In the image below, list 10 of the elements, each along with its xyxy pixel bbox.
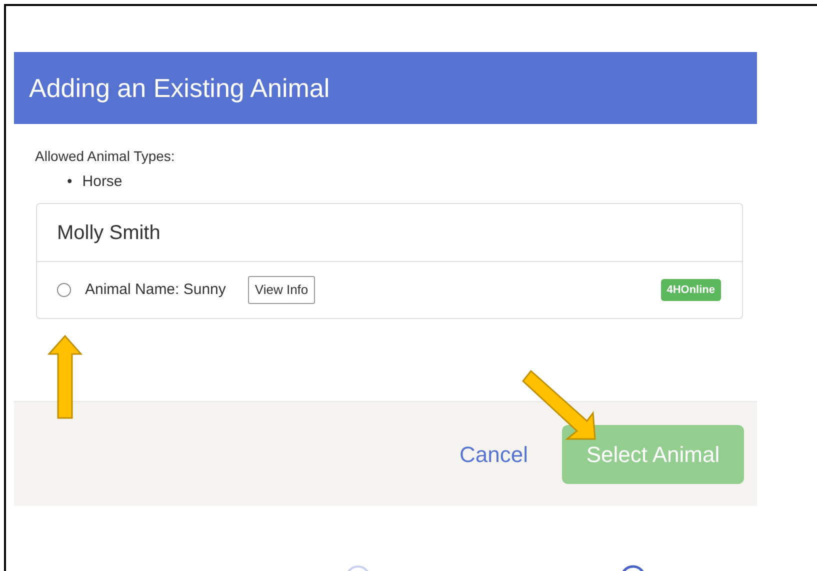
animal-name: Animal Name: Sunny xyxy=(85,280,226,300)
types-label: Allowed Animal Types: xyxy=(35,147,176,166)
type-item: Horse xyxy=(82,172,122,192)
radio-button[interactable] xyxy=(57,283,71,297)
cancel-link[interactable]: Cancel xyxy=(460,438,528,470)
dialog-title: Adding an Existing Animal xyxy=(29,72,330,104)
view-info-button[interactable]: View Info xyxy=(248,276,316,304)
owner-name: Molly Smith xyxy=(57,220,160,246)
source-badge: 4HOnline xyxy=(660,278,721,302)
bullet-mark: • xyxy=(67,172,72,192)
